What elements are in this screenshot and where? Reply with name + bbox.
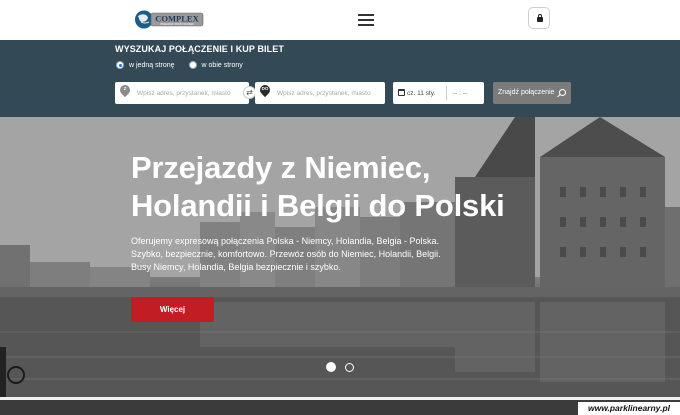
radio-one-way-label[interactable]: w jedną stronę [129,62,175,69]
trip-type-selector: w jedną stronę w obie strony [116,59,257,71]
slider-dot-2[interactable] [345,363,354,372]
complex-logo[interactable]: COMPLEX PRZEWÓZ OSÓB I PACZEK [133,9,205,30]
date-time-divider [446,86,447,100]
find-connection-label: Znajdź połączenie [498,89,555,96]
search-panel: WYSZUKAJ POŁĄCZENIE I KUP BILET w jedną … [0,40,680,117]
hero-title-line-2: Holandii i Belgii do Polski [131,188,505,223]
radio-round-trip[interactable] [188,61,197,69]
search-title: WYSZUKAJ POŁĄCZENIE I KUP BILET [115,44,284,54]
to-field[interactable]: DO Wpisz adres, przystanek, miasto [255,82,385,104]
calendar-icon [398,89,405,96]
search-icon [559,89,566,96]
destination-pin-icon: DO [257,82,273,98]
lock-icon [537,14,543,22]
from-placeholder: Wpisz adres, przystanek, miasto [137,90,231,97]
to-placeholder: Wpisz adres, przystanek, miasto [277,90,371,97]
origin-pin-icon: Z [117,82,133,98]
hero-title: Przejazdy z Niemiec, Holandii i Belgii d… [131,149,551,225]
slider-dot-1[interactable] [326,362,336,372]
watermark: www.parklinearny.pl [578,402,680,415]
more-button[interactable]: Więcej [131,297,214,322]
find-connection-button[interactable]: Znajdź połączenie [493,82,571,104]
date-value[interactable]: cz. 11 sty. [407,90,435,97]
svg-text:COMPLEX: COMPLEX [155,14,199,24]
from-field[interactable]: Z Wpisz adres, przystanek, miasto [115,82,249,104]
hero-title-line-1: Przejazdy z Niemiec, [131,150,431,185]
time-value[interactable]: -- : -- [453,90,467,97]
radio-one-way[interactable] [116,61,124,69]
hero-description: Oferujemy expresową połączenia Polska - … [131,236,441,272]
site-header: COMPLEX PRZEWÓZ OSÓB I PACZEK [0,0,680,40]
hero-slider: Przejazdy z Niemiec, Holandii i Belgii d… [0,117,680,397]
date-time-field[interactable]: cz. 11 sty. -- : -- [393,82,484,104]
radio-round-trip-label[interactable]: w obie strony [202,62,243,69]
menu-hamburger-icon[interactable] [358,14,374,26]
cart-button[interactable] [528,7,550,29]
